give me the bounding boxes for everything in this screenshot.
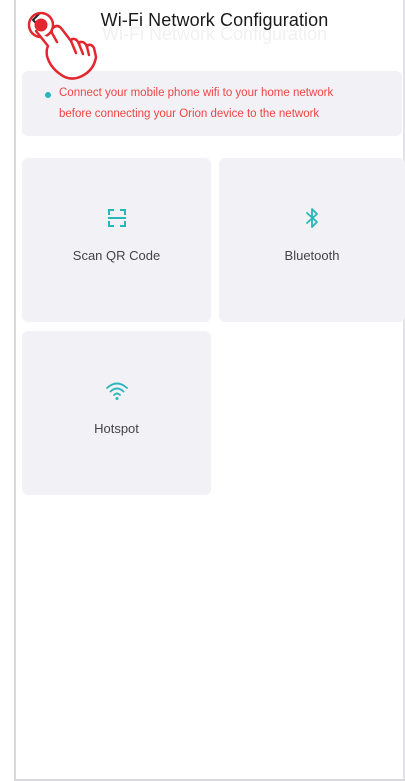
- scan-qr-code-label: Scan QR Code: [72, 248, 161, 263]
- hotspot-label: Hotspot: [94, 421, 139, 436]
- notice-text-line-2: before connecting your Orion device to t…: [59, 108, 320, 120]
- bluetooth-icon: [306, 208, 318, 228]
- wifi-icon: [105, 382, 128, 400]
- bluetooth-label: Bluetooth: [284, 248, 340, 263]
- notice-text-line-1: Connect your mobile phone wifi to your h…: [59, 87, 334, 99]
- hotspot-option[interactable]: Hotspot: [22, 331, 211, 495]
- frame-border-left: [14, 0, 16, 781]
- scan-qr-icon: [107, 209, 126, 227]
- scan-qr-code-option[interactable]: Scan QR Code: [22, 158, 211, 322]
- notice-bullet-icon: [45, 92, 51, 98]
- tap-hand-icon: [27, 11, 98, 80]
- bluetooth-option[interactable]: Bluetooth: [219, 158, 405, 322]
